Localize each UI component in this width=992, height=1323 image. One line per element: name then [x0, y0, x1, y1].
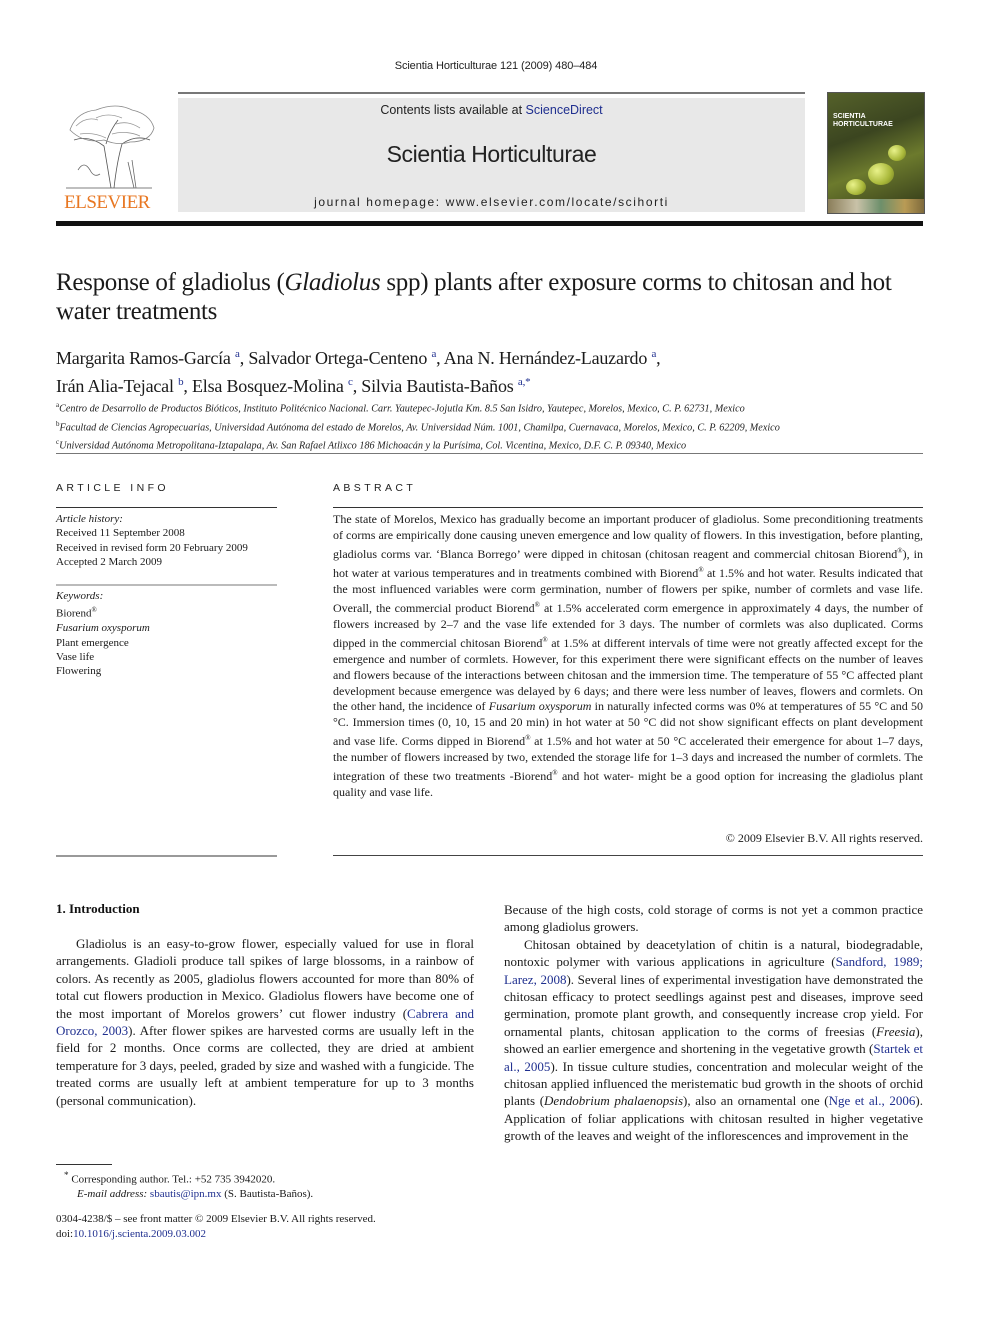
abstract-copyright: © 2009 Elsevier B.V. All rights reserved… [725, 831, 923, 845]
affiliation-text: Centro de Desarrollo de Productos Biótic… [59, 403, 745, 415]
article-title: Response of gladiolus (Gladiolus spp) pl… [56, 268, 926, 326]
title-part1: Response of gladiolus ( [56, 269, 285, 296]
doi-line: doi:10.1016/j.scienta.2009.03.002 [56, 1227, 486, 1242]
history-item: Accepted 2 March 2009 [56, 555, 162, 568]
text-run: ). Several lines of experimental investi… [504, 971, 923, 1039]
author-separator: , [656, 348, 661, 368]
email-link[interactable]: sbautis@ipn.mx [150, 1188, 222, 1200]
author[interactable]: Margarita Ramos-García a [56, 348, 240, 368]
divider [333, 507, 923, 508]
keyword: Fusarium oxysporum [56, 622, 150, 635]
text-run: ), also an ornamental one ( [683, 1093, 829, 1109]
affiliation-text: Universidad Autónoma Metropolitana-Iztap… [59, 440, 687, 452]
paragraph: Chitosan obtained by deacetylation of ch… [504, 936, 923, 1145]
abstract-heading: ABSTRACT [333, 482, 417, 494]
journal-homepage[interactable]: journal homepage: www.elsevier.com/locat… [178, 195, 805, 209]
email-label: E-mail address: [77, 1188, 148, 1201]
sciencedirect-link[interactable]: ScienceDirect [526, 103, 603, 117]
corresponding-author-footnote: * Corresponding author. Tel.: +52 735 39… [56, 1168, 486, 1202]
keywords: Keywords: Biorend® Fusarium oxysporum Pl… [56, 589, 281, 678]
affiliation-marker[interactable]: a,* [518, 376, 531, 388]
abstract-text: The state of Morelos, Mexico has gradual… [333, 512, 923, 801]
body-column-right: Because of the high costs, cold storage … [504, 901, 923, 1145]
keyword: Plant emergence [56, 636, 129, 649]
keywords-label: Keywords: [56, 590, 104, 602]
divider [56, 507, 277, 508]
author[interactable]: Salvador Ortega-Centeno a [248, 348, 436, 368]
contents-prefix: Contents lists available at [380, 103, 526, 117]
keyword: Flowering [56, 665, 102, 678]
section-heading-introduction: 1. Introduction [56, 901, 140, 916]
author-name: Irán Alia-Tejacal [56, 376, 174, 396]
article-info-heading: ARTICLE INFO [56, 482, 169, 494]
affiliation: bFacultad de Ciencias Agropecuarias, Uni… [56, 417, 936, 436]
author-name: Silvia Bautista-Baños [361, 376, 514, 396]
affiliation: aCentro de Desarrollo de Productos Bióti… [56, 398, 936, 417]
keyword: Biorend® [56, 603, 281, 621]
footnote-line: * Corresponding author. Tel.: +52 735 39… [56, 1168, 486, 1187]
body-column-left: Gladiolus is an easy-to-grow flower, esp… [56, 935, 474, 1109]
author-separator: , [436, 348, 444, 368]
divider [56, 584, 277, 586]
history-item: Received in revised form 20 February 200… [56, 541, 248, 554]
author-separator: , [352, 376, 362, 396]
footnote-email-line: E-mail address: sbautis@ipn.mx (S. Bauti… [56, 1187, 486, 1202]
author[interactable]: Irán Alia-Tejacal b [56, 376, 184, 396]
doi-prefix: doi: [56, 1227, 74, 1240]
cover-title-line2: HORTICULTURAE [833, 121, 893, 128]
article-history: Article history: Received 11 September 2… [56, 512, 281, 569]
author-name: Ana N. Hernández-Lauzardo [443, 348, 648, 368]
olive-icon [888, 145, 906, 161]
paragraph: Because of the high costs, cold storage … [504, 902, 923, 935]
author-name: Margarita Ramos-García [56, 348, 231, 368]
italic-text: Freesia [876, 1023, 916, 1039]
author-list: Margarita Ramos-García a, Salvador Orteg… [56, 342, 926, 398]
divider [56, 855, 277, 857]
footnote-marker: * [64, 1170, 69, 1180]
footnote-text: Corresponding author. Tel.: +52 735 3942… [71, 1173, 276, 1186]
author-separator: , [183, 376, 193, 396]
paragraph: Gladiolus is an easy-to-grow flower, esp… [56, 935, 474, 1109]
running-head: Scientia Horticulturae 121 (2009) 480–48… [394, 60, 598, 72]
italic-text: Fusarium oxysporum [488, 699, 592, 714]
divider [333, 855, 923, 856]
author-name: Elsa Bosquez-Molina [192, 376, 344, 396]
history-label: Article history: [56, 513, 123, 525]
contents-line: Contents lists available at ScienceDirec… [178, 103, 805, 117]
footnote-rule [56, 1164, 112, 1165]
history-item: Received 11 September 2008 [56, 527, 185, 540]
olive-icon [868, 163, 894, 185]
masthead-bottom-rule [56, 221, 923, 226]
registered-mark: ® [91, 606, 97, 615]
affiliation: cUniversidad Autónoma Metropolitana-Izta… [56, 435, 936, 454]
elsevier-wordmark: ELSEVIER [64, 192, 150, 213]
text-run: The state of Morelos, Mexico has gradual… [333, 512, 923, 561]
cover-title-line1: SCIENTIA [833, 113, 866, 120]
title-italic: Gladiolus [284, 269, 381, 296]
masthead-top-rule [178, 92, 805, 94]
email-suffix: (S. Bautista-Baños). [221, 1188, 314, 1201]
issn-line: 0304-4238/$ – see front matter © 2009 El… [56, 1213, 376, 1225]
front-matter: 0304-4238/$ – see front matter © 2009 El… [56, 1212, 486, 1241]
tree-icon [66, 105, 155, 189]
author[interactable]: Elsa Bosquez-Molina c [192, 376, 353, 396]
journal-title: Scientia Horticulturae [386, 141, 597, 167]
citation-link[interactable]: Nge et al., 2006 [829, 1093, 916, 1108]
keyword: Vase life [56, 650, 95, 663]
doi-link[interactable]: 10.1016/j.scienta.2009.03.002 [73, 1228, 206, 1240]
olive-icon [846, 179, 866, 195]
divider [56, 453, 923, 454]
author-name: Salvador Ortega-Centeno [248, 348, 428, 368]
keyword-text: Biorend [56, 607, 92, 620]
journal-cover-image[interactable]: SCIENTIA HORTICULTURAE [827, 92, 925, 214]
affiliation-text: Facultad de Ciencias Agropecuarias, Univ… [59, 421, 780, 433]
cover-strip [828, 199, 924, 213]
author[interactable]: Ana N. Hernández-Lauzardo a [443, 348, 657, 368]
author[interactable]: Silvia Bautista-Baños a,* [361, 376, 530, 396]
italic-text: Dendobrium phalaenopsis [544, 1093, 683, 1109]
affiliations: aCentro de Desarrollo de Productos Bióti… [56, 398, 936, 454]
cover-title: SCIENTIA HORTICULTURAE [833, 113, 893, 129]
